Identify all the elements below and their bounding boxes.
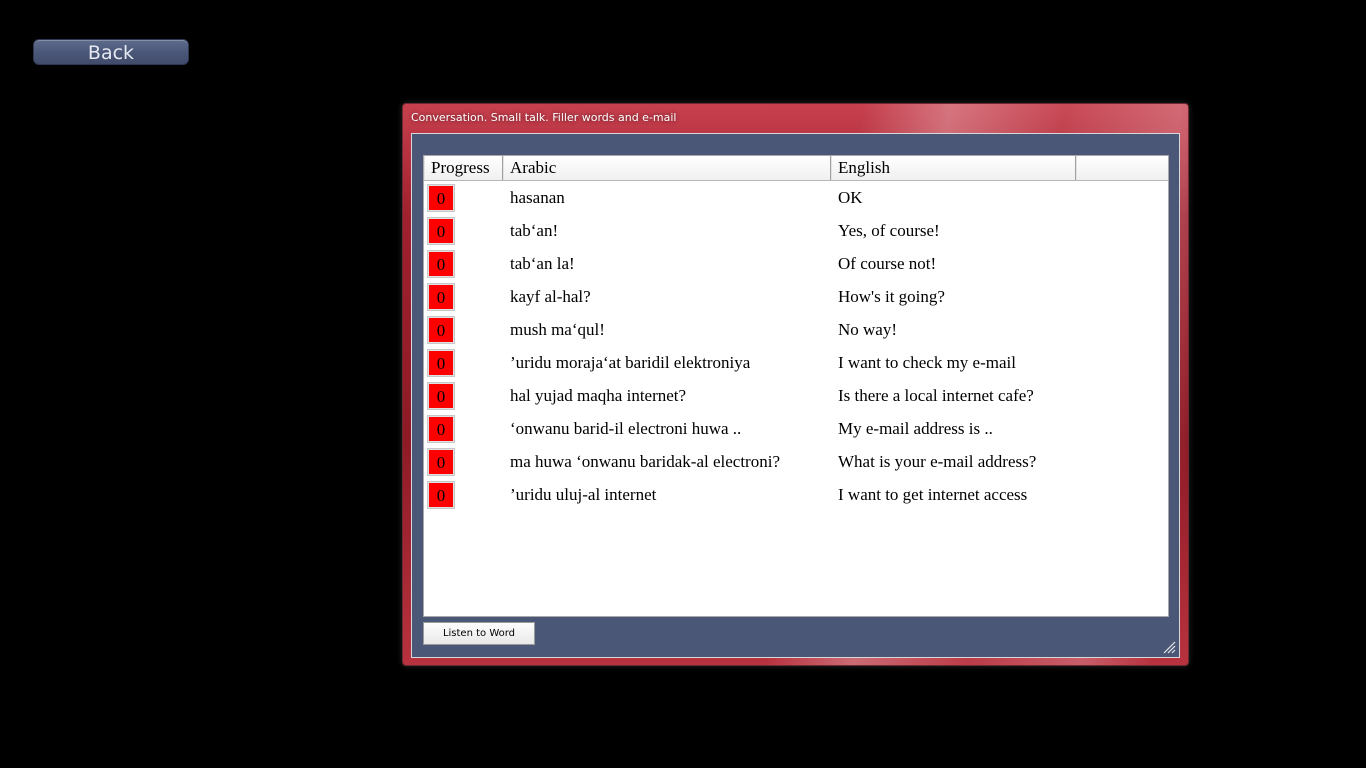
progress-cell: 0 bbox=[424, 381, 503, 410]
window-title: Conversation. Small talk. Filler words a… bbox=[411, 111, 677, 124]
table-row[interactable]: 0 tab‘an la! Of course not! bbox=[424, 247, 1168, 280]
column-header-arabic[interactable]: Arabic bbox=[503, 156, 831, 180]
progress-badge: 0 bbox=[427, 282, 455, 311]
progress-cell: 0 bbox=[424, 315, 503, 344]
table-row[interactable]: 0 ‘onwanu barid-il electroni huwa .. My e-… bbox=[424, 412, 1168, 445]
resize-grip-icon[interactable] bbox=[1162, 640, 1176, 654]
arabic-cell: kayf al-hal? bbox=[510, 286, 591, 306]
listen-to-word-button[interactable]: Listen to Word bbox=[423, 622, 535, 645]
progress-cell: 0 bbox=[424, 447, 503, 476]
progress-cell: 0 bbox=[424, 216, 503, 245]
progress-cell: 0 bbox=[424, 183, 503, 212]
english-cell: My e-mail address is .. bbox=[838, 418, 993, 438]
progress-badge: 0 bbox=[427, 414, 455, 443]
table-row[interactable]: 0 kayf al-hal? How's it going? bbox=[424, 280, 1168, 313]
progress-badge: 0 bbox=[427, 480, 455, 509]
arabic-cell: mush ma‘qul! bbox=[510, 319, 605, 339]
progress-badge: 0 bbox=[427, 447, 455, 476]
english-cell: Is there a local internet cafe? bbox=[838, 385, 1034, 405]
english-cell: No way! bbox=[838, 319, 898, 339]
arabic-cell: hasanan bbox=[510, 187, 565, 207]
arabic-cell: ’uridu moraja‘at baridil elektroniya bbox=[510, 352, 751, 372]
column-header-progress[interactable]: Progress bbox=[424, 156, 503, 180]
english-cell: What is your e-mail address? bbox=[838, 451, 1037, 471]
column-header-empty[interactable] bbox=[1076, 156, 1168, 180]
table-row[interactable]: 0 mush ma‘qul! No way! bbox=[424, 313, 1168, 346]
table-row[interactable]: 0 hal yujad maqha internet? Is there a loc… bbox=[424, 379, 1168, 412]
phrase-list[interactable]: Progress Arabic English 0 hasanan OK 0 tab‘a… bbox=[423, 155, 1169, 617]
arabic-cell: ’uridu uluj-al internet bbox=[510, 484, 657, 504]
table-row[interactable]: 0 ’uridu moraja‘at baridil elektroniya I w… bbox=[424, 346, 1168, 379]
arabic-cell: tab‘an la! bbox=[510, 253, 575, 273]
arabic-cell: ‘onwanu barid-il electroni huwa .. bbox=[510, 418, 742, 438]
column-header-english[interactable]: English bbox=[831, 156, 1076, 180]
table-row[interactable]: 0 ’uridu uluj-al internet I want to get in… bbox=[424, 478, 1168, 511]
english-cell: I want to get internet access bbox=[838, 484, 1028, 504]
back-button[interactable]: Back bbox=[33, 39, 189, 65]
progress-badge: 0 bbox=[427, 249, 455, 278]
progress-cell: 0 bbox=[424, 414, 503, 443]
list-header: Progress Arabic English bbox=[424, 156, 1168, 181]
english-cell: How's it going? bbox=[838, 286, 945, 306]
progress-cell: 0 bbox=[424, 249, 503, 278]
window-client-area: Progress Arabic English 0 hasanan OK 0 tab‘a… bbox=[411, 133, 1180, 658]
english-cell: OK bbox=[838, 187, 863, 207]
progress-badge: 0 bbox=[427, 348, 455, 377]
progress-badge: 0 bbox=[427, 381, 455, 410]
progress-cell: 0 bbox=[424, 348, 503, 377]
table-row[interactable]: 0 ma huwa ‘onwanu baridak-al electroni? Wh… bbox=[424, 445, 1168, 478]
progress-cell: 0 bbox=[424, 282, 503, 311]
english-cell: Of course not! bbox=[838, 253, 937, 273]
list-rows: 0 hasanan OK 0 tab‘an! Yes, of course! 0 tab‘an… bbox=[424, 181, 1168, 511]
phrase-window: Conversation. Small talk. Filler words a… bbox=[402, 103, 1189, 666]
table-row[interactable]: 0 hasanan OK bbox=[424, 181, 1168, 214]
english-cell: Yes, of course! bbox=[838, 220, 940, 240]
progress-badge: 0 bbox=[427, 216, 455, 245]
arabic-cell: hal yujad maqha internet? bbox=[510, 385, 687, 405]
english-cell: I want to check my e-mail bbox=[838, 352, 1016, 372]
table-row[interactable]: 0 tab‘an! Yes, of course! bbox=[424, 214, 1168, 247]
progress-cell: 0 bbox=[424, 480, 503, 509]
arabic-cell: ma huwa ‘onwanu baridak-al electroni? bbox=[510, 451, 780, 471]
progress-badge: 0 bbox=[427, 315, 455, 344]
arabic-cell: tab‘an! bbox=[510, 220, 559, 240]
progress-badge: 0 bbox=[427, 183, 455, 212]
